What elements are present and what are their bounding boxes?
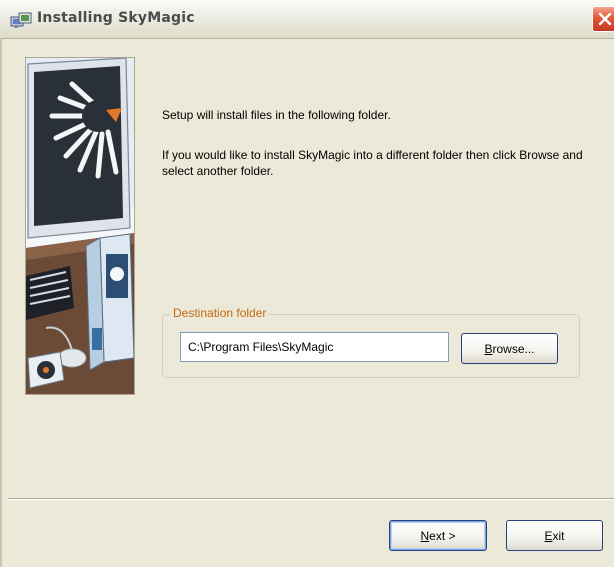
browse-mnemonic: B: [484, 341, 493, 356]
close-button[interactable]: [592, 6, 614, 32]
footer-separator-highlight: [8, 499, 614, 500]
close-icon: [598, 12, 612, 26]
browse-button[interactable]: Browse...: [461, 333, 558, 364]
destination-path-field[interactable]: [180, 332, 449, 362]
next-mnemonic: N: [420, 528, 430, 543]
instructions-text: If you would like to install SkyMagic in…: [162, 148, 583, 178]
window-border: [0, 38, 2, 567]
installer-icon: [10, 12, 32, 29]
installer-window: Installing SkyMagic Setup will install f…: [0, 0, 614, 567]
intro-text: Setup will install files in the followin…: [162, 108, 391, 122]
exit-label: xit: [552, 528, 565, 543]
next-label: ext >: [429, 528, 456, 543]
exit-button[interactable]: Exit: [506, 520, 603, 551]
title-bar[interactable]: Installing SkyMagic: [0, 0, 614, 39]
next-button[interactable]: Next >: [389, 520, 487, 551]
destination-folder-label: Destination folder: [170, 305, 270, 321]
browse-label: rowse...: [492, 341, 535, 356]
setup-illustration: [25, 57, 135, 395]
window-title: Installing SkyMagic: [37, 10, 195, 26]
exit-mnemonic: E: [544, 528, 553, 543]
